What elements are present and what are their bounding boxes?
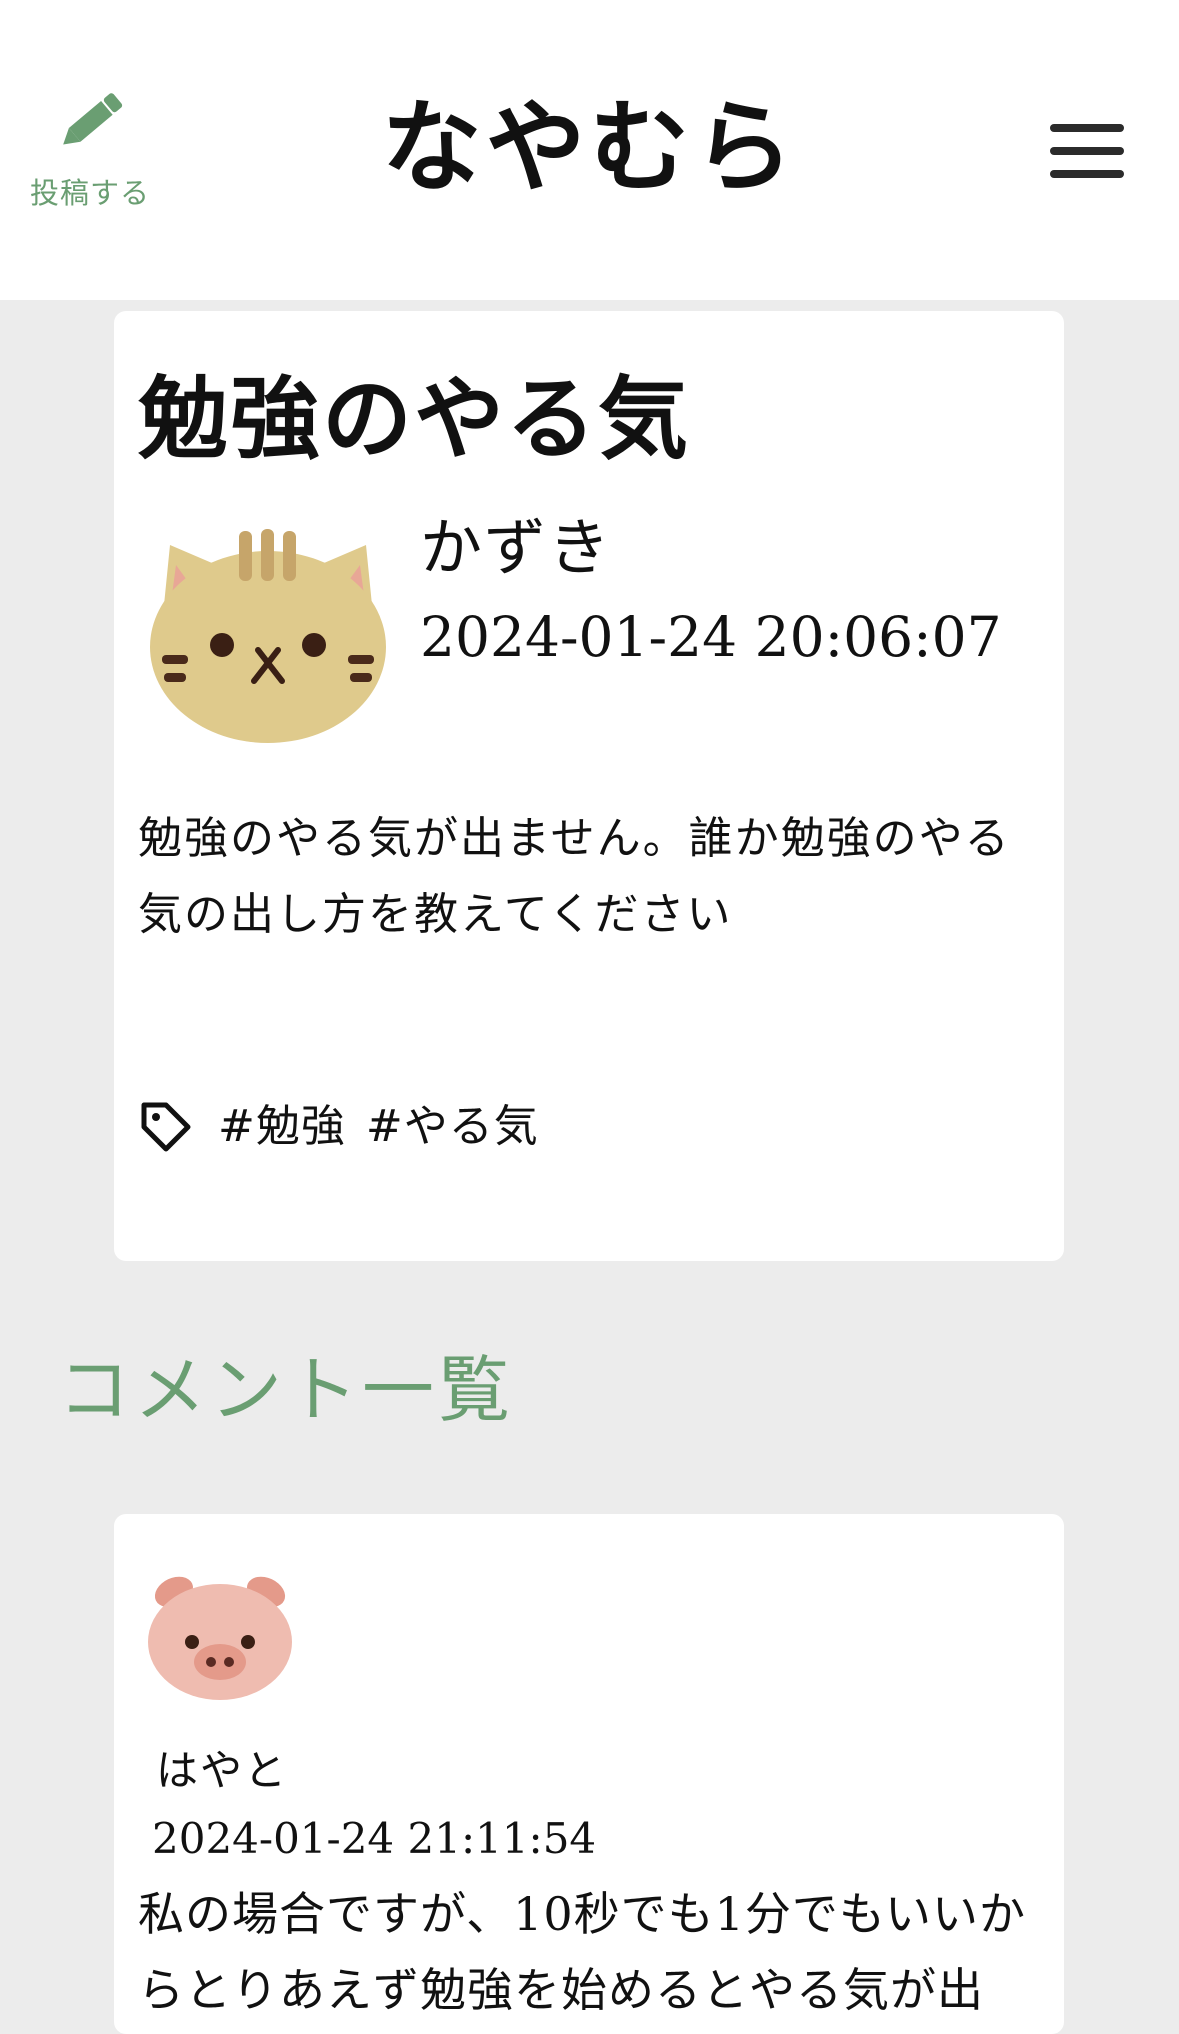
tag-icon <box>141 1102 191 1152</box>
menu-bar-top <box>1050 124 1124 132</box>
pig-avatar-icon <box>148 1576 292 1700</box>
post-card: 勉強のやる気 かずき 2024-01-24 20:06:07 勉強のやる気が出ま… <box>114 311 1064 1261</box>
site-title: なやむら <box>381 88 798 206</box>
comment-card: はやと 2024-01-24 21:11:54 私の場合ですが、10秒でも1分で… <box>114 1514 1064 2034</box>
pencil-icon <box>63 93 123 145</box>
menu-bar-middle <box>1050 147 1124 155</box>
app-header: 投稿する なやむら <box>0 0 1179 300</box>
post-title: 勉強のやる気 <box>138 366 690 472</box>
post-date: 2024-01-24 20:06:07 <box>420 605 1002 669</box>
menu-bar-bottom <box>1050 170 1124 178</box>
hamburger-menu-button[interactable] <box>1046 116 1128 186</box>
post-body: 勉強のやる気が出ません。誰か勉強のやる気の出し方を教えてください <box>138 813 1011 940</box>
new-post-label: 投稿する <box>29 176 150 210</box>
comments-heading: コメント一覧 <box>58 1348 515 1432</box>
cat-avatar-icon <box>150 529 386 743</box>
comment-date: 2024-01-24 21:11:54 <box>152 1814 597 1863</box>
comment-body: 私の場合ですが、10秒でも1分でもいいからとりあえず勉強を始めるとやる気が出 <box>138 1887 1026 2017</box>
tag-list: #勉強 #やる気 <box>138 1089 559 1165</box>
comment-author-name[interactable]: はやと <box>156 1736 288 1806</box>
tag-item[interactable]: #勉強 <box>218 1089 346 1165</box>
tag-item[interactable]: #やる気 <box>366 1089 539 1165</box>
new-post-button[interactable]: 投稿する <box>20 82 160 212</box>
post-author-name[interactable]: かずき <box>420 503 612 593</box>
